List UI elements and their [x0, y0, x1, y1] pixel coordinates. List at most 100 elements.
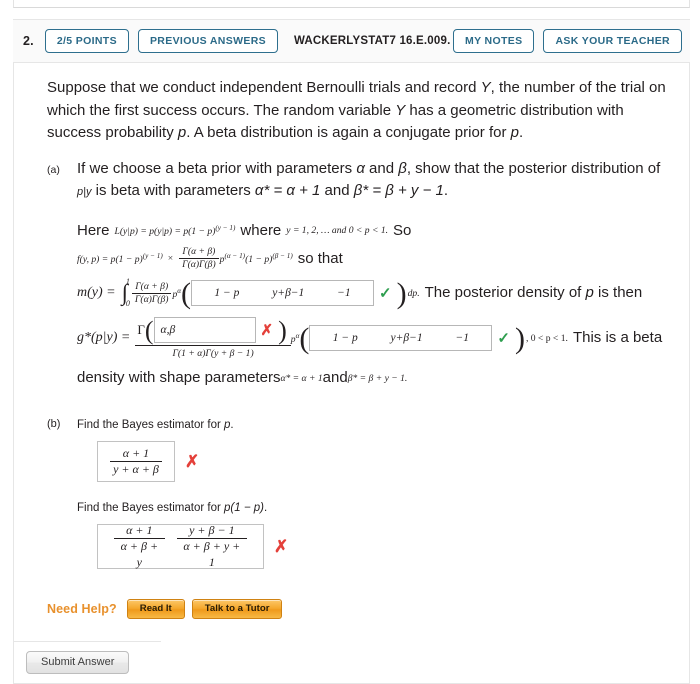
marginal-tail-text: The posterior density of p is then	[424, 284, 643, 302]
bayes-p1p-fraction-1: α + 1 α + β + y	[114, 523, 165, 571]
joint-tail: p(α − 1)(1 − p)(β − 1)	[219, 251, 293, 266]
part-b-prompt-2-text: Find the Bayes estimator for	[77, 502, 225, 515]
so-that-words: so that	[297, 249, 343, 267]
gamma-numerator: Γ(α + β)	[179, 246, 219, 259]
bayes-p-numerator: α + 1	[110, 446, 162, 463]
stem-var-Y-2: Y	[395, 101, 406, 119]
part-a: (a) If we choose a beta prior with param…	[47, 158, 671, 394]
part-b-answer-2-row: α + 1 α + β + y y + β − 1 α + β + y + 1 …	[97, 523, 671, 571]
part-a-solution: Here L(y|p) = p(y|p) = p(1 − p)(y − 1) w…	[77, 218, 671, 394]
solution-line-joint: f(y, p) = p(1 − p)(y − 1) × Γ(α + β) Γ(α…	[77, 246, 671, 272]
integral-lower-limit: 0	[125, 299, 130, 309]
bayes-estimator-p1p-expression: α + 1 α + β + y y + β − 1 α + β + y + 1	[108, 523, 253, 571]
solution-line-posterior: g*(p|y) = Γ ( α,β ✗ ) Γ(1 + α)Γ(y + β − …	[77, 316, 663, 360]
part-a-p-given-y: p|y	[77, 186, 92, 198]
question-code: WACKERLYSTAT7 16.E.009.	[294, 35, 451, 47]
part-b-prompt-1-text: Find the Bayes estimator for	[77, 419, 225, 432]
bayes-p1p-fraction-2: y + β − 1 α + β + y + 1	[176, 523, 247, 571]
stem-text-1: Suppose that we conduct independent Bern…	[47, 79, 481, 96]
likelihood-expression: L(y|p) = p(y|p) = p(1 − p)(y − 1)	[114, 223, 236, 238]
bayes-p1p-f2-denominator: α + β + y + 1	[183, 539, 241, 569]
part-a-alpha-star: α* = α + 1	[254, 182, 321, 199]
submit-section: Submit Answer	[14, 640, 161, 683]
posterior-lhs: g*(p|y) =	[77, 330, 131, 346]
correct-check-icon-marginal: ✓	[379, 284, 392, 302]
marginal-box-exp1: y+β−1	[272, 287, 305, 300]
part-b: (b) Find the Bayes estimator for p. α + …	[47, 417, 671, 571]
my-notes-button[interactable]: MY NOTES	[453, 28, 535, 54]
part-a-text-1: If we choose a beta prior with parameter…	[77, 159, 357, 177]
here-word: Here	[77, 221, 110, 239]
question-header: 2. 2/5 POINTS PREVIOUS ANSWERS WACKERLYS…	[13, 19, 690, 63]
part-a-text-4: is beta with parameters	[91, 182, 255, 199]
stem-var-p-2: p	[510, 124, 519, 141]
read-it-button[interactable]: Read It	[126, 599, 185, 619]
gamma-symbol: Γ	[137, 321, 145, 337]
part-b-label: (b)	[47, 418, 61, 431]
posterior-p-power: pα	[290, 331, 300, 345]
integral-upper-limit: 1	[125, 276, 130, 286]
conclusion-text-1: density with shape parameters	[77, 369, 281, 387]
solution-line-marginal: m(y) = ∫ 1 0 Γ(α + β) Γ(α)Γ(β) pα (1 − …	[77, 276, 643, 311]
need-help-section: Need Help? Read It Talk to a Tutor	[47, 599, 671, 619]
marginal-box-base: 1 − p	[214, 287, 240, 300]
conclusion-alpha-star: α* = α + 1	[280, 372, 323, 384]
question-number: 2.	[23, 34, 34, 48]
part-a-text-5: and	[320, 182, 354, 199]
likelihood-support: y = 1, 2, … and 0 < p < 1.	[286, 224, 389, 236]
posterior-denominator: Γ(1 + α)Γ(y + β − 1)	[172, 348, 254, 360]
posterior-tail-text: This is a beta	[572, 329, 663, 347]
part-a-beta: β	[398, 159, 407, 177]
posterior-box-exp1: y+β−1	[390, 332, 423, 345]
gamma-denominator: Γ(α)Γ(β)	[182, 259, 216, 270]
answer-input-posterior-kernel[interactable]: 1 − p y+β−1 −1	[309, 325, 493, 352]
correct-check-icon-posterior: ✓	[497, 329, 510, 347]
previous-question-divider	[13, 0, 690, 8]
dp-differential: dp.	[407, 287, 420, 299]
posterior-gamma-value: α,β	[160, 324, 176, 337]
answer-input-posterior-gamma[interactable]: α,β	[153, 317, 256, 344]
talk-to-a-tutor-button[interactable]: Talk to a Tutor	[191, 599, 283, 619]
conclusion-beta-star: β* = β + y − 1.	[347, 372, 408, 384]
question-container: 2. 2/5 POINTS PREVIOUS ANSWERS WACKERLYS…	[13, 19, 690, 684]
marginal-p-power: pα	[172, 286, 182, 300]
part-a-text-2: and	[364, 159, 399, 177]
question-stem: Suppose that we conduct independent Bern…	[47, 77, 671, 145]
stem-var-p-1: p	[177, 124, 187, 141]
marginal-lhs: m(y) =	[77, 285, 116, 301]
part-a-prompt: If we choose a beta prior with parameter…	[77, 158, 671, 204]
part-b-prompt-2: Find the Bayes estimator for p(1 − p).	[77, 500, 671, 517]
stem-var-Y-1: Y	[480, 79, 491, 96]
bayes-p-denominator: y + α + β	[113, 462, 159, 477]
header-actions: MY NOTES ASK YOUR TEACHER	[453, 28, 682, 54]
answer-input-bayes-estimator-p-1-p[interactable]: α + 1 α + β + y y + β − 1 α + β + y + 1	[97, 523, 264, 571]
posterior-box-base: 1 − p	[332, 332, 358, 345]
where-word: where	[240, 221, 282, 239]
previous-answers-button[interactable]: PREVIOUS ANSWERS	[137, 28, 278, 54]
stem-text-5: .	[518, 124, 524, 141]
incorrect-cross-icon-b1: ✗	[185, 452, 200, 472]
times-symbol: ×	[167, 252, 174, 264]
part-b-prompt-1: Find the Bayes estimator for p.	[77, 417, 671, 434]
solution-line-conclusion: density with shape parameters α* = α + 1…	[77, 363, 671, 393]
marginal-constant: Γ(α + β) Γ(α)Γ(β)	[131, 281, 172, 306]
part-b-prompt-2-end: .	[263, 502, 268, 515]
submit-answer-button[interactable]: Submit Answer	[26, 650, 130, 674]
points-badge[interactable]: 2/5 POINTS	[44, 28, 129, 54]
posterior-range: , 0 < p < 1.	[525, 332, 568, 344]
part-b-prompt-1-end: .	[230, 419, 234, 432]
question-body: Suppose that we conduct independent Bern…	[13, 63, 690, 684]
need-help-label: Need Help?	[47, 601, 117, 616]
ask-your-teacher-button[interactable]: ASK YOUR TEACHER	[543, 28, 682, 54]
bayes-p1p-f1-denominator: α + β + y	[120, 539, 159, 569]
conclusion-and: and	[322, 369, 348, 387]
integral-symbol: ∫ 1 0	[121, 276, 130, 309]
bayes-p1p-f2-numerator: y + β − 1	[176, 523, 247, 540]
part-a-text-6: .	[443, 182, 449, 199]
bayes-p1p-f1-numerator: α + 1	[114, 523, 165, 540]
part-b-prompt-2-var: p(1 − p)	[224, 502, 264, 515]
answer-input-bayes-estimator-p[interactable]: α + 1 y + α + β	[97, 441, 175, 483]
part-a-beta-star: β* = β + y − 1	[353, 182, 444, 199]
answer-input-marginal[interactable]: 1 − p y+β−1 −1	[191, 280, 375, 307]
stem-text-4: . A beta distribution is again a conjuga…	[186, 124, 511, 141]
